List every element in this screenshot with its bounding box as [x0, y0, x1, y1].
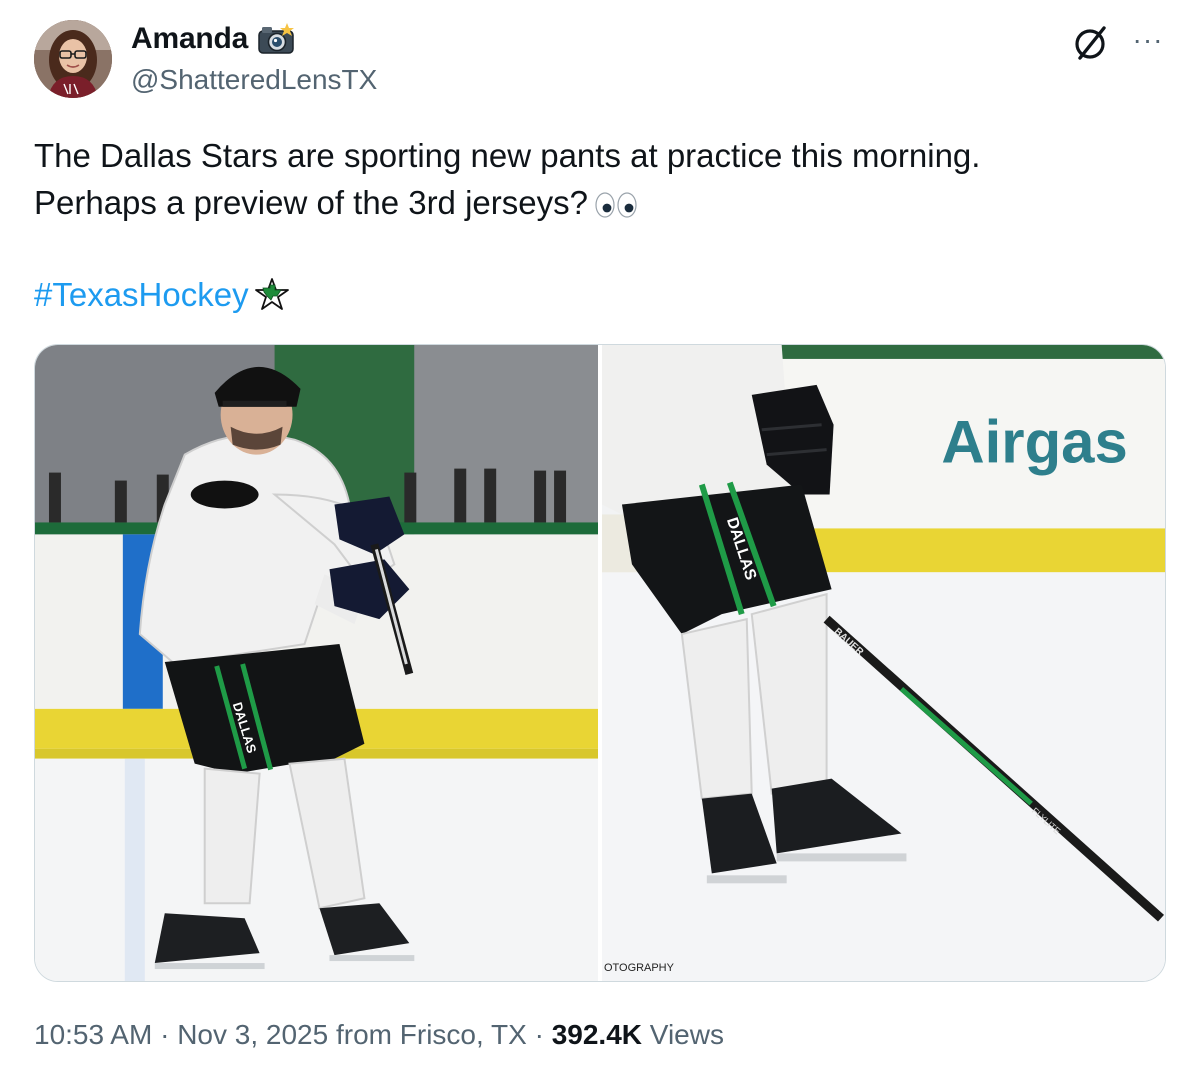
display-name[interactable]: Amanda	[131, 22, 248, 56]
tweet-text-line2-content: Perhaps a preview of the 3rd jerseys?	[34, 184, 588, 221]
tweet-text-line2: Perhaps a preview of the 3rd jerseys?	[34, 179, 1164, 226]
meta-separator: ·	[526, 1019, 552, 1050]
dallas-stars-logo-icon	[254, 278, 289, 310]
hashtag-row: #TexasHockey	[34, 276, 291, 314]
meta-separator: ·	[152, 1019, 178, 1050]
photo-left[interactable]: DALLAS	[35, 345, 598, 981]
tweet-text: The Dallas Stars are sporting new pants …	[34, 132, 1164, 226]
views-count: 392.4K	[551, 1019, 643, 1050]
photo-watermark: OTOGRAPHY	[604, 962, 675, 974]
grok-icon[interactable]	[1068, 22, 1112, 66]
airgas-ad-text: Airgas	[941, 409, 1127, 476]
hashtag-link[interactable]: #TexasHockey	[34, 276, 249, 314]
photo-right[interactable]: Airgas DALLAS BAUER FLYLITE OTOGRAPHY	[602, 345, 1165, 981]
views-label: Views	[642, 1019, 724, 1050]
tweet-time[interactable]: 10:53 AM	[34, 1019, 152, 1050]
avatar-image	[34, 20, 112, 98]
tweet-meta: 10:53 AM · Nov 3, 2025 from Frisco, TX ·…	[34, 1019, 724, 1051]
more-options-icon[interactable]: ···	[1128, 20, 1168, 60]
tweet-card: Amanda @ShatteredLensTX ··· The Dallas S…	[0, 0, 1200, 1090]
eyes-icon	[595, 192, 637, 218]
media-grid[interactable]: DALLAS Airgas DALLAS BAUER FLYLITE OTOGR…	[34, 344, 1166, 982]
tweet-text-line1: The Dallas Stars are sporting new pants …	[34, 137, 981, 174]
photo-right-image: Airgas DALLAS BAUER FLYLITE OTOGRAPHY	[602, 345, 1165, 981]
author-name-row[interactable]: Amanda	[131, 22, 296, 56]
tweet-location: from Frisco, TX	[328, 1019, 527, 1050]
author-handle[interactable]: @ShatteredLensTX	[131, 64, 377, 96]
photo-left-image: DALLAS	[35, 345, 598, 981]
avatar[interactable]	[34, 20, 112, 98]
tweet-date[interactable]: Nov 3, 2025	[177, 1019, 328, 1050]
camera-flash-icon	[258, 23, 295, 54]
